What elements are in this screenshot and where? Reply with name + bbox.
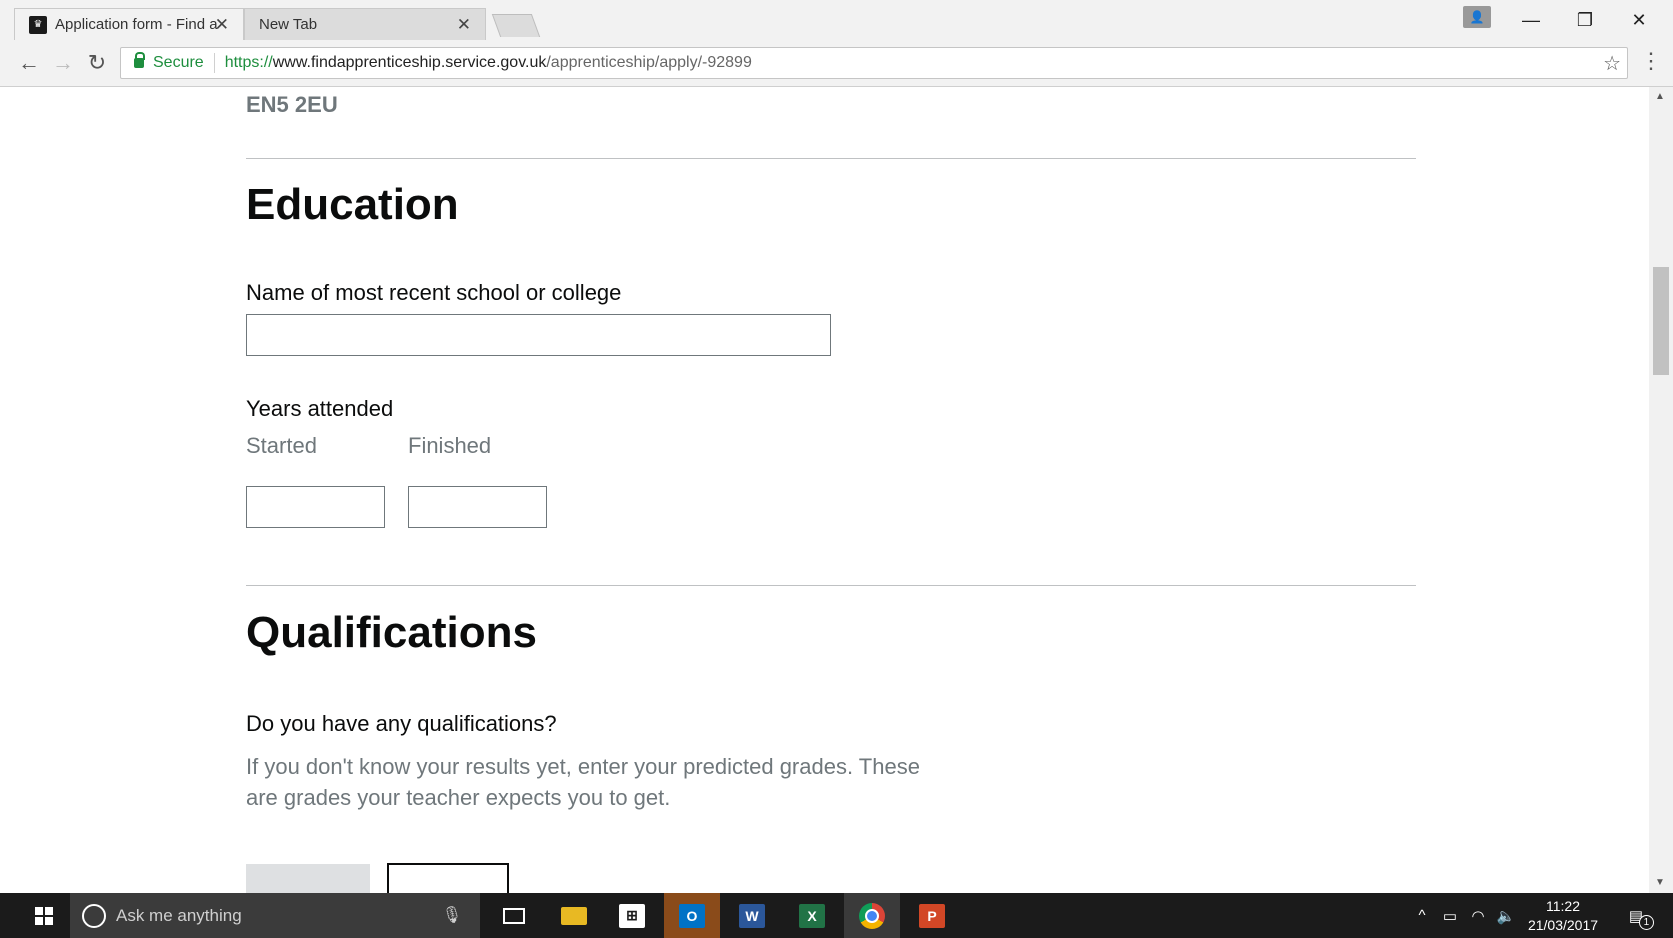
finished-year-input[interactable] [408, 486, 547, 528]
scroll-down-arrow-icon[interactable]: ▼ [1655, 877, 1665, 888]
new-tab-button[interactable] [491, 14, 541, 37]
no-option-button[interactable] [387, 863, 509, 893]
cortana-icon [82, 903, 106, 928]
postcode-text: EN5 2EU [246, 92, 338, 117]
years-attended-label: Years attended [246, 396, 394, 421]
clock-date: 21/03/2017 [1527, 917, 1599, 933]
tab-strip: ♛ Application form - Find a ✕ New Tab ✕ … [0, 0, 1673, 40]
finished-label: Finished [408, 433, 492, 458]
battery-icon[interactable]: ▭ [1436, 907, 1464, 925]
crown-icon: ♛ [29, 15, 47, 34]
tab-title: New Tab [259, 16, 318, 33]
url-path: /apprenticeship/apply/-92899 [546, 54, 752, 71]
forward-arrow-icon[interactable]: → [48, 48, 78, 78]
powerpoint-icon[interactable]: P [904, 893, 960, 938]
cortana-search-box[interactable]: Ask me anything 🎙 [70, 893, 480, 938]
qualifications-question: Do you have any qualifications? [246, 711, 557, 736]
education-heading: Education [246, 180, 459, 229]
browser-menu-icon[interactable]: ⋮ [1640, 48, 1662, 74]
started-year-input[interactable] [246, 486, 385, 528]
start-button[interactable] [18, 893, 70, 938]
page-scrollbar[interactable]: ▲ ▼ [1649, 87, 1673, 893]
scroll-up-arrow-icon[interactable]: ▲ [1655, 91, 1665, 102]
browser-toolbar: ← → ↻ Secure https:// www.findapprentice… [0, 40, 1673, 87]
store-icon[interactable]: ⊞ [604, 893, 660, 938]
volume-muted-icon[interactable]: 🔈 [1492, 907, 1520, 925]
lock-icon [134, 52, 145, 68]
task-view-icon[interactable] [486, 893, 542, 938]
excel-icon[interactable]: X [784, 893, 840, 938]
school-name-label: Name of most recent school or college [246, 280, 622, 305]
clock-time: 11:22 [1546, 898, 1580, 914]
action-center-icon[interactable]: ▤ 1 [1616, 893, 1656, 938]
tab-new-tab[interactable]: New Tab ✕ [244, 8, 486, 40]
outlook-icon[interactable]: O [664, 893, 720, 938]
search-placeholder: Ask me anything [116, 905, 242, 925]
close-tab-icon[interactable]: ✕ [457, 15, 471, 35]
show-hidden-icons-chevron-icon[interactable]: ^ [1408, 907, 1436, 924]
started-label: Started [246, 433, 317, 458]
yes-option-button[interactable] [246, 864, 370, 893]
window-close-icon[interactable]: ✕ [1612, 0, 1666, 40]
minimize-icon[interactable]: — [1504, 0, 1558, 40]
tab-title: Application form - Find a [55, 16, 218, 33]
address-bar[interactable]: Secure https:// www.findapprenticeship.s… [120, 47, 1628, 79]
divider [213, 53, 215, 73]
qualifications-heading: Qualifications [246, 608, 537, 657]
secure-label: Secure [153, 54, 204, 71]
page-viewport: EN5 2EU Education Name of most recent sc… [8, 87, 1649, 893]
windows-logo-icon [35, 906, 53, 925]
tab-application-form[interactable]: ♛ Application form - Find a ✕ [14, 8, 244, 40]
qualifications-hint: If you don't know your results yet, ente… [246, 754, 920, 810]
chrome-icon[interactable] [844, 893, 900, 938]
url-scheme: https:// [224, 54, 273, 71]
bookmark-star-icon[interactable]: ☆ [1603, 51, 1621, 76]
notification-badge: 1 [1638, 914, 1654, 930]
school-name-input[interactable] [246, 314, 831, 356]
profile-icon[interactable]: 👤 [1463, 6, 1491, 28]
clock[interactable]: 11:22 21/03/2017 [1518, 897, 1608, 935]
url-host: www.findapprenticeship.service.gov.uk [272, 54, 547, 71]
restore-icon[interactable]: ❐ [1558, 0, 1612, 40]
system-tray: ^ ▭ ◠ 🔈 [1408, 893, 1520, 938]
microphone-icon[interactable]: 🎙 [442, 905, 462, 925]
section-divider [246, 158, 1416, 159]
windows-taskbar: Ask me anything 🎙 ⊞ O W X P ^ ▭ ◠ 🔈 11:2… [0, 893, 1673, 938]
back-arrow-icon[interactable]: ← [14, 48, 44, 78]
word-icon[interactable]: W [724, 893, 780, 938]
section-divider [246, 585, 1416, 586]
wifi-icon[interactable]: ◠ [1464, 907, 1492, 925]
close-tab-icon[interactable]: ✕ [215, 15, 229, 35]
reload-icon[interactable]: ↻ [82, 48, 112, 78]
scrollbar-thumb[interactable] [1653, 267, 1669, 375]
file-explorer-icon[interactable] [546, 893, 602, 938]
